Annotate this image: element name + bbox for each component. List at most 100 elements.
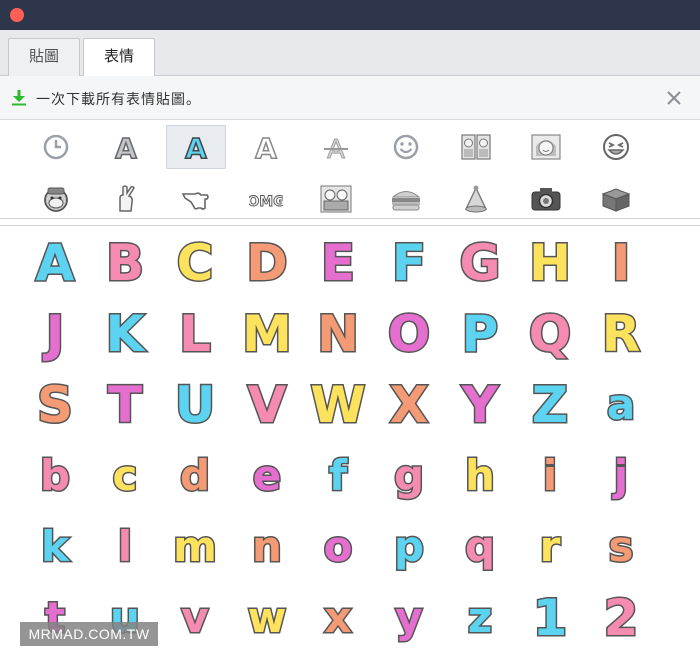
sticker-lower-o[interactable]: o xyxy=(303,512,373,582)
sticker-lower-v[interactable]: v xyxy=(160,583,230,653)
window-close-button[interactable] xyxy=(10,8,24,22)
sticker-upper-y[interactable]: Y xyxy=(445,370,515,440)
sticker-lower-f[interactable]: f xyxy=(303,441,373,511)
section-divider xyxy=(0,218,700,226)
sticker-glyph: a xyxy=(605,380,636,429)
sticker-glyph: w xyxy=(246,593,288,642)
omg-text-icon[interactable]: OMG xyxy=(236,177,296,221)
camera-icon[interactable] xyxy=(516,177,576,221)
sticker-lower-h[interactable]: h xyxy=(445,441,515,511)
sticker-glyph: n xyxy=(251,522,284,571)
monkey-face-icon[interactable] xyxy=(26,177,86,221)
sticker-glyph: Z xyxy=(530,376,569,434)
letter-a-strike-icon[interactable]: A xyxy=(306,125,366,169)
sticker-lower-g[interactable]: g xyxy=(374,441,444,511)
sticker-upper-g[interactable]: G xyxy=(445,228,515,298)
sticker-glyph: Y xyxy=(460,376,499,434)
sticker-lower-x[interactable]: x xyxy=(303,583,373,653)
sticker-glyph: o xyxy=(322,522,354,571)
sticker-upper-v[interactable]: V xyxy=(232,370,302,440)
sticker-digit-1[interactable]: 1 xyxy=(515,583,585,653)
girl-face-icon[interactable] xyxy=(516,125,576,169)
sticker-lower-d[interactable]: d xyxy=(160,441,230,511)
sticker-lower-n[interactable]: n xyxy=(232,512,302,582)
sticker-digit-2[interactable]: 2 xyxy=(586,583,656,653)
sticker-lower-k[interactable]: k xyxy=(20,512,90,582)
sticker-lower-i[interactable]: i xyxy=(515,441,585,511)
sticker-glyph: A xyxy=(34,234,76,292)
pointing-hand-icon[interactable] xyxy=(166,177,226,221)
sticker-upper-h[interactable]: H xyxy=(515,228,585,298)
sticker-lower-l[interactable]: l xyxy=(90,512,160,582)
comic-people-icon[interactable] xyxy=(306,177,366,221)
sticker-upper-e[interactable]: E xyxy=(303,228,373,298)
sticker-upper-l[interactable]: L xyxy=(160,299,230,369)
couple-icon[interactable] xyxy=(446,125,506,169)
sticker-upper-u[interactable]: U xyxy=(160,370,230,440)
sticker-glyph: J xyxy=(44,305,66,363)
sticker-upper-b[interactable]: B xyxy=(90,228,160,298)
laughing-face-icon[interactable] xyxy=(586,125,646,169)
letter-a-cyan-icon[interactable]: A xyxy=(166,125,226,169)
sticker-lower-s[interactable]: s xyxy=(586,512,656,582)
crossed-fingers-icon[interactable] xyxy=(96,177,156,221)
sticker-upper-a[interactable]: A xyxy=(20,228,90,298)
sticker-upper-d[interactable]: D xyxy=(232,228,302,298)
sticker-upper-o[interactable]: O xyxy=(374,299,444,369)
sticker-glyph: y xyxy=(394,593,424,642)
burger-icon[interactable] xyxy=(376,177,436,221)
sticker-upper-t[interactable]: T xyxy=(90,370,160,440)
sticker-glyph: D xyxy=(245,234,289,292)
sticker-upper-x[interactable]: X xyxy=(374,370,444,440)
sticker-lower-m[interactable]: m xyxy=(160,512,230,582)
close-icon[interactable] xyxy=(664,88,684,108)
sticker-glyph: g xyxy=(392,451,425,500)
sticker-upper-i[interactable]: I xyxy=(586,228,656,298)
sticker-glyph: s xyxy=(607,522,635,571)
party-hat-icon[interactable] xyxy=(446,177,506,221)
download-all-text[interactable]: 一次下載所有表情貼圖。 xyxy=(36,89,201,109)
sticker-lower-y[interactable]: y xyxy=(374,583,444,653)
sticker-upper-f[interactable]: F xyxy=(374,228,444,298)
sticker-lower-w[interactable]: w xyxy=(232,583,302,653)
sticker-glyph: q xyxy=(463,522,496,571)
sticker-lower-c[interactable]: c xyxy=(90,441,160,511)
sticker-lower-z[interactable]: z xyxy=(445,583,515,653)
clock-icon[interactable] xyxy=(26,125,86,169)
gift-box-icon[interactable] xyxy=(586,177,646,221)
sticker-glyph: L xyxy=(178,305,213,363)
sticker-glyph: B xyxy=(104,234,145,292)
download-icon[interactable] xyxy=(12,90,26,106)
sticker-upper-r[interactable]: R xyxy=(586,299,656,369)
smiley-face-icon[interactable] xyxy=(376,125,436,169)
sticker-glyph: p xyxy=(392,522,425,571)
sticker-upper-s[interactable]: S xyxy=(20,370,90,440)
sticker-lower-r[interactable]: r xyxy=(515,512,585,582)
sticker-lower-q[interactable]: q xyxy=(445,512,515,582)
sticker-glyph: j xyxy=(612,451,629,500)
sticker-upper-n[interactable]: N xyxy=(303,299,373,369)
sticker-glyph: M xyxy=(241,305,294,363)
letter-a-outline-icon[interactable]: A xyxy=(236,125,296,169)
sticker-upper-k[interactable]: K xyxy=(90,299,160,369)
sticker-upper-p[interactable]: P xyxy=(445,299,515,369)
sticker-glyph: z xyxy=(466,593,494,642)
tab-emoji[interactable]: 表情 xyxy=(83,38,155,77)
sticker-upper-z[interactable]: Z xyxy=(515,370,585,440)
tab-stickers[interactable]: 貼圖 xyxy=(8,38,80,76)
sticker-upper-m[interactable]: M xyxy=(232,299,302,369)
sticker-upper-w[interactable]: W xyxy=(303,370,373,440)
sticker-glyph: F xyxy=(390,234,427,292)
sticker-glyph: c xyxy=(111,451,139,500)
sticker-lower-a[interactable]: a xyxy=(586,370,656,440)
sticker-lower-j[interactable]: j xyxy=(586,441,656,511)
letter-a-gray-icon[interactable]: A xyxy=(96,125,156,169)
sticker-upper-q[interactable]: Q xyxy=(515,299,585,369)
sticker-upper-c[interactable]: C xyxy=(160,228,230,298)
sticker-lower-e[interactable]: e xyxy=(232,441,302,511)
sticker-lower-b[interactable]: b xyxy=(20,441,90,511)
sticker-upper-j[interactable]: J xyxy=(20,299,90,369)
sticker-lower-p[interactable]: p xyxy=(374,512,444,582)
sticker-glyph: T xyxy=(106,376,143,434)
sticker-glyph: N xyxy=(316,305,361,363)
